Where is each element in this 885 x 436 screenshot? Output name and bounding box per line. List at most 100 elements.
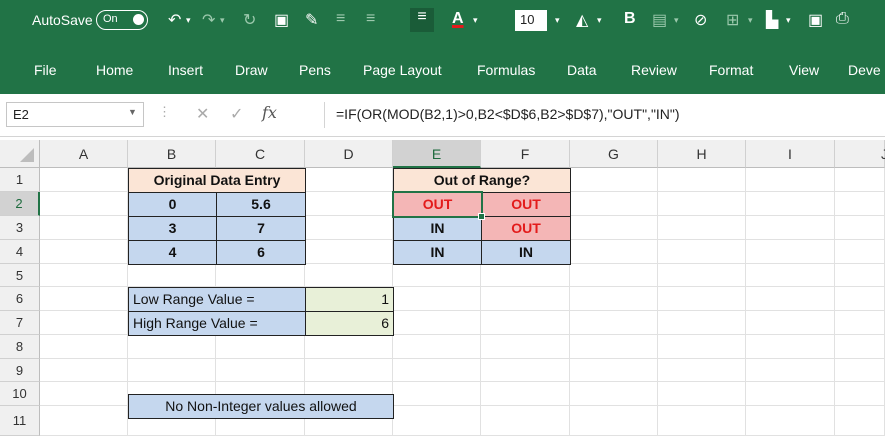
grid-cell[interactable] bbox=[570, 335, 658, 359]
row-header-4[interactable]: 4 bbox=[0, 240, 40, 264]
grid-cell[interactable] bbox=[40, 192, 128, 216]
print-preview-icon[interactable]: ⎙ bbox=[836, 10, 849, 28]
grid-cell[interactable] bbox=[305, 168, 393, 192]
grid-cell[interactable] bbox=[393, 264, 481, 287]
grid-cell[interactable] bbox=[570, 382, 658, 406]
grid-cell[interactable] bbox=[835, 311, 885, 335]
cell-f3[interactable]: OUT bbox=[481, 216, 571, 241]
row-header-11[interactable]: 11 bbox=[0, 406, 40, 436]
tab-developer[interactable]: Deve bbox=[848, 62, 881, 78]
grid-cell[interactable] bbox=[40, 406, 128, 436]
grid-cell[interactable] bbox=[658, 287, 746, 311]
formula-input[interactable]: =IF(OR(MOD(B2,1)>0,B2<$D$6,B2>$D$7),"OUT… bbox=[336, 106, 680, 122]
grid-cell[interactable] bbox=[835, 240, 885, 264]
grid-cell[interactable] bbox=[40, 335, 128, 359]
grid-cell[interactable] bbox=[658, 192, 746, 216]
grid-cell[interactable] bbox=[835, 168, 885, 192]
cell-e3[interactable]: IN bbox=[393, 216, 482, 241]
tab-page-layout[interactable]: Page Layout bbox=[363, 62, 442, 78]
grid-cell[interactable] bbox=[393, 359, 481, 382]
name-box[interactable]: E2 bbox=[6, 102, 144, 127]
tab-pens[interactable]: Pens bbox=[299, 62, 331, 78]
grid-cell[interactable] bbox=[481, 311, 570, 335]
font-size-field[interactable]: 10 bbox=[515, 10, 547, 31]
low-range-value[interactable]: 1 bbox=[305, 287, 394, 312]
grid-cell[interactable] bbox=[40, 168, 128, 192]
grid-cell[interactable] bbox=[481, 359, 570, 382]
grid-cell[interactable] bbox=[835, 406, 885, 436]
grid-cell[interactable] bbox=[305, 192, 393, 216]
row-header-7[interactable]: 7 bbox=[0, 311, 40, 335]
grid-cell[interactable] bbox=[570, 264, 658, 287]
grid-cell[interactable] bbox=[481, 382, 570, 406]
name-box-dropdown-icon[interactable]: ▼ bbox=[128, 107, 137, 117]
grid-cell[interactable] bbox=[570, 192, 658, 216]
cancel-icon[interactable]: ✕ bbox=[196, 104, 209, 124]
align-center-icon[interactable]: ≡ bbox=[366, 10, 375, 28]
bold-button[interactable]: B bbox=[624, 10, 636, 28]
cell-b2[interactable]: 0 bbox=[128, 192, 217, 217]
grid-cell[interactable] bbox=[746, 335, 835, 359]
grid-cell[interactable] bbox=[128, 335, 216, 359]
grid-cell[interactable] bbox=[481, 406, 570, 436]
grid-cell[interactable] bbox=[658, 240, 746, 264]
grid-cell[interactable] bbox=[481, 287, 570, 311]
cell-c3[interactable]: 7 bbox=[216, 216, 306, 241]
grid-cell[interactable] bbox=[481, 264, 570, 287]
paste-dropdown-icon[interactable]: ▾ bbox=[786, 15, 791, 26]
grid-cell[interactable] bbox=[658, 168, 746, 192]
redo-icon[interactable]: ↷ bbox=[202, 10, 215, 30]
original-data-header[interactable]: Original Data Entry bbox=[128, 168, 306, 193]
cell-f4[interactable]: IN bbox=[481, 240, 571, 265]
grid-cell[interactable] bbox=[40, 240, 128, 264]
fill-color-dropdown-icon[interactable]: ▾ bbox=[597, 15, 602, 26]
column-header-a[interactable]: A bbox=[40, 140, 128, 168]
grid-cell[interactable] bbox=[835, 216, 885, 240]
grid-cell[interactable] bbox=[393, 287, 481, 311]
grid-cell[interactable] bbox=[481, 335, 570, 359]
grid-cell[interactable] bbox=[216, 335, 305, 359]
link-icon[interactable]: ⊘ bbox=[694, 10, 707, 30]
grid-cell[interactable] bbox=[393, 406, 481, 436]
tab-format[interactable]: Format bbox=[709, 62, 753, 78]
grid-cell[interactable] bbox=[746, 192, 835, 216]
grid-cell[interactable] bbox=[40, 359, 128, 382]
grid-cell[interactable] bbox=[835, 359, 885, 382]
non-integer-note[interactable]: No Non-Integer values allowed bbox=[128, 394, 394, 419]
high-range-value[interactable]: 6 bbox=[305, 311, 394, 336]
grid-cell[interactable] bbox=[658, 335, 746, 359]
grid-cell[interactable] bbox=[393, 382, 481, 406]
grid-cell[interactable] bbox=[746, 240, 835, 264]
grid-cell[interactable] bbox=[305, 335, 393, 359]
grid-cell[interactable] bbox=[216, 264, 305, 287]
tab-review[interactable]: Review bbox=[631, 62, 677, 78]
text-box-icon[interactable]: ▤ bbox=[652, 10, 667, 30]
redo-dropdown-icon[interactable]: ▾ bbox=[220, 15, 225, 26]
column-header-d[interactable]: D bbox=[305, 140, 393, 168]
row-header-5[interactable]: 5 bbox=[0, 264, 40, 287]
row-header-10[interactable]: 10 bbox=[0, 382, 40, 406]
grid-cell[interactable] bbox=[570, 216, 658, 240]
borders-icon[interactable]: ⊞ bbox=[726, 10, 739, 30]
column-header-e[interactable]: E bbox=[393, 140, 481, 168]
fill-color-icon[interactable]: ◭ bbox=[576, 10, 588, 30]
row-header-3[interactable]: 3 bbox=[0, 216, 40, 240]
grid-cell[interactable] bbox=[658, 311, 746, 335]
column-header-j[interactable]: J bbox=[835, 140, 885, 168]
grid-cell[interactable] bbox=[835, 264, 885, 287]
tab-view[interactable]: View bbox=[789, 62, 819, 78]
high-range-label[interactable]: High Range Value = bbox=[128, 311, 306, 336]
grid-cell[interactable] bbox=[835, 287, 885, 311]
grid-cell[interactable] bbox=[570, 359, 658, 382]
grid-cell[interactable] bbox=[393, 335, 481, 359]
column-header-f[interactable]: F bbox=[481, 140, 570, 168]
enter-icon[interactable]: ✓ bbox=[230, 104, 243, 124]
grid-cell[interactable] bbox=[835, 192, 885, 216]
grid-cell[interactable] bbox=[746, 359, 835, 382]
row-header-2[interactable]: 2 bbox=[0, 192, 40, 216]
row-header-9[interactable]: 9 bbox=[0, 359, 40, 382]
grid-cell[interactable] bbox=[305, 264, 393, 287]
tab-data[interactable]: Data bbox=[567, 62, 597, 78]
autosave-toggle[interactable]: On bbox=[96, 10, 148, 30]
grid-cell[interactable] bbox=[746, 168, 835, 192]
